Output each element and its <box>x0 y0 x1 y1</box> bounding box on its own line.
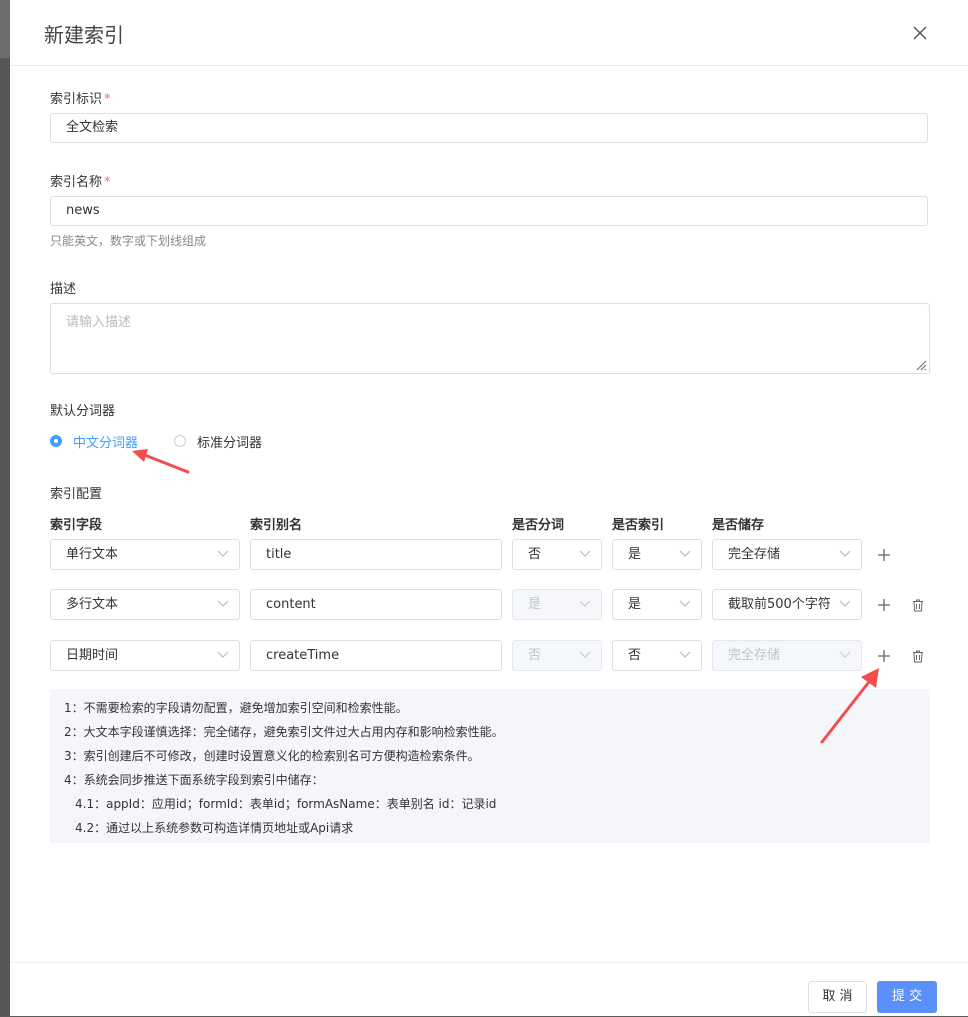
store-select[interactable]: 完全存储 <box>712 539 862 570</box>
tokenize-select: 是 <box>512 589 602 620</box>
column-header: 是否分词 <box>512 518 565 533</box>
dialog-title: 新建索引 <box>44 23 124 47</box>
note-line: 4.2：通过以上系统参数可构造详情页地址或Api请求 <box>75 821 354 835</box>
index-select[interactable]: 是 <box>612 539 702 570</box>
select-value: 否 <box>528 547 542 562</box>
select-value: 否 <box>528 648 542 663</box>
field-type-select[interactable]: 日期时间 <box>50 640 240 671</box>
store-select[interactable]: 截取前500个字符 <box>712 589 862 620</box>
note-line: 2：大文本字段谨慎选择：完全储存，避免索引文件过大占用内存和影响检索性能。 <box>64 725 504 739</box>
note-line: 1：不需要检索的字段请勿配置，避免增加索引空间和检索性能。 <box>64 701 408 715</box>
description-label: 描述 <box>50 282 77 297</box>
index-id-label: 索引标识 * <box>50 92 111 107</box>
notes-panel: 1：不需要检索的字段请勿配置，避免增加索引空间和检索性能。 2：大文本字段谨慎选… <box>50 689 930 843</box>
chevron-down-icon <box>217 600 229 607</box>
radio-label: 中文分词器 <box>73 435 139 451</box>
note-line: 3：索引创建后不可修改，创建时设置意义化的检索别名可方便构造检索条件。 <box>64 749 480 763</box>
select-value: 完全存储 <box>728 547 781 562</box>
store-select: 完全存储 <box>712 640 862 671</box>
column-header: 索引别名 <box>250 518 303 533</box>
close-icon[interactable] <box>910 23 930 43</box>
radio-unchecked-icon <box>174 435 186 447</box>
select-value: 是 <box>628 597 642 612</box>
select-value: 否 <box>628 648 642 663</box>
select-value: 日期时间 <box>66 648 119 663</box>
select-value: 截取前500个字符 <box>728 597 831 612</box>
resize-grip-icon[interactable] <box>915 359 927 371</box>
select-value: 多行文本 <box>66 597 119 612</box>
chevron-down-icon <box>679 651 691 658</box>
radio-checked-icon <box>50 435 62 447</box>
cancel-button[interactable]: 取 消 <box>808 981 867 1013</box>
alias-input[interactable]: content <box>250 589 502 620</box>
add-row-icon[interactable] <box>877 598 891 612</box>
note-line: 4.1：appId：应用id；formId：表单id；formAsName：表单… <box>75 797 497 811</box>
select-value: 是 <box>628 547 642 562</box>
description-placeholder: 请输入描述 <box>66 315 132 330</box>
tokenize-select: 否 <box>512 640 602 671</box>
select-value: 是 <box>528 597 542 612</box>
column-header: 是否索引 <box>612 518 665 533</box>
chevron-down-icon <box>839 600 851 607</box>
chevron-down-icon <box>679 600 691 607</box>
add-row-icon[interactable] <box>877 548 891 562</box>
chevron-down-icon <box>839 651 851 658</box>
delete-icon[interactable] <box>912 650 924 663</box>
modal-backdrop-lower <box>0 58 10 1016</box>
field-type-select[interactable]: 单行文本 <box>50 539 240 570</box>
tokenize-select[interactable]: 否 <box>512 539 602 570</box>
select-value: 完全存储 <box>728 648 781 663</box>
index-select[interactable]: 是 <box>612 589 702 620</box>
column-header: 是否储存 <box>712 518 765 533</box>
chevron-down-icon <box>579 600 591 607</box>
submit-button[interactable]: 提 交 <box>877 981 937 1013</box>
index-name-input[interactable]: news <box>50 196 928 226</box>
field-type-select[interactable]: 多行文本 <box>50 589 240 620</box>
delete-icon[interactable] <box>912 599 924 612</box>
add-row-icon[interactable] <box>877 649 891 663</box>
index-name-label: 索引名称 * <box>50 175 111 190</box>
chevron-down-icon <box>839 550 851 557</box>
note-line: 4：系统会同步推送下面系统字段到索引中储存： <box>64 773 324 787</box>
radio-chinese-tokenizer[interactable]: 中文分词器 <box>50 432 139 451</box>
chevron-down-icon <box>679 550 691 557</box>
column-header: 索引字段 <box>50 518 103 533</box>
chevron-down-icon <box>217 651 229 658</box>
radio-standard-tokenizer[interactable]: 标准分词器 <box>174 432 263 451</box>
dialog-header: 新建索引 <box>10 0 968 66</box>
tokenizer-label: 默认分词器 <box>50 404 116 419</box>
alias-input[interactable]: title <box>250 539 502 570</box>
index-id-input[interactable]: 全文检索 <box>50 113 928 143</box>
alias-input[interactable]: createTime <box>250 640 502 671</box>
select-value: 单行文本 <box>66 547 119 562</box>
description-textarea[interactable]: 请输入描述 <box>50 303 930 374</box>
index-select[interactable]: 否 <box>612 640 702 671</box>
index-name-hint: 只能英文，数字或下划线组成 <box>50 234 207 248</box>
chevron-down-icon <box>217 550 229 557</box>
dialog-footer: 取 消 提 交 <box>10 962 968 1017</box>
index-config-label: 索引配置 <box>50 487 103 502</box>
new-index-dialog: 新建索引 索引标识 * 全文检索 索引名称 * news 只能英文，数字或下划线组成… <box>10 0 968 1016</box>
chevron-down-icon <box>579 651 591 658</box>
annotation-arrow <box>132 449 190 474</box>
chevron-down-icon <box>579 550 591 557</box>
radio-label: 标准分词器 <box>197 435 263 451</box>
